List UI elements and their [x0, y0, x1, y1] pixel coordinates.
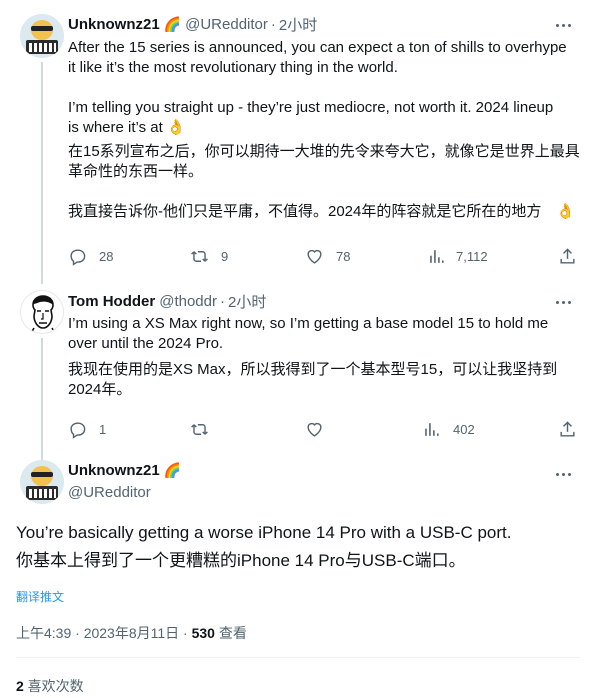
tweet-1[interactable]: Unknownz21 🌈 @URedditor · 2小时 After the … [0, 0, 596, 284]
display-name[interactable]: Tom Hodder [68, 293, 155, 310]
thread-line [41, 338, 43, 466]
views-button[interactable]: 7,112 [427, 247, 488, 266]
avatar[interactable] [20, 14, 64, 58]
like-button[interactable] [305, 420, 324, 439]
text-line: 2024年。 [68, 381, 132, 398]
reply-count: 1 [99, 422, 107, 437]
share-button[interactable] [558, 420, 577, 439]
display-name[interactable]: Unknownz21 [68, 462, 160, 479]
user-handle-row: @URedditor [68, 484, 151, 501]
timestamp[interactable]: 2小时 [228, 291, 266, 312]
text-line: 我直接告诉你-他们只是平庸，不值得。2024年的阵容就是它所在的地方 👌 [68, 203, 575, 220]
main-tweet: Unknownz21 🌈 @URedditor You’re basically… [0, 450, 596, 698]
tweet-meta: 上午4:39 · 2023年8月11日 · 530 查看 [16, 625, 247, 641]
reply-icon [70, 422, 86, 439]
tweet-2[interactable]: Tom Hodder @thoddr · 2小时 I’m using a XS … [0, 282, 596, 466]
text-line: over until the 2024 Pro. [68, 335, 224, 352]
avatar[interactable] [20, 460, 64, 504]
rainbow-emoji: 🌈 [163, 462, 182, 478]
action-bar: 28 9 78 7,112 [68, 247, 583, 269]
thread-line [41, 62, 43, 284]
share-icon [560, 248, 575, 264]
retweet-icon [191, 424, 208, 435]
timestamp[interactable]: 2小时 [279, 14, 317, 35]
share-icon [560, 421, 575, 437]
retweet-count: 9 [221, 249, 229, 264]
avatar[interactable] [20, 290, 64, 334]
tweet-header: Tom Hodder @thoddr · 2小时 [68, 291, 266, 312]
text-line: 我现在使用的是XS Max，所以我得到了一个基本型号15，可以让我坚持到 [68, 361, 558, 378]
views-icon [430, 250, 444, 263]
text-line: I’m using a XS Max right now, so I’m get… [68, 315, 549, 332]
text-line-en: You’re basically getting a worse iPhone … [16, 523, 512, 542]
tweet-header: Unknownz21 🌈 @URedditor · 2小时 [68, 14, 317, 35]
more-icon[interactable] [552, 294, 574, 310]
views-count: 7,112 [456, 249, 488, 264]
text-line: I’m telling you straight up - they’re ju… [68, 99, 554, 116]
ok-hand-emoji: 👌 [556, 203, 575, 220]
views-count: 402 [453, 422, 475, 437]
text-line-zh: 你基本上得到了一个更糟糕的iPhone 14 Pro与USB-C端口。 [16, 551, 466, 570]
tweet-header: Unknownz21 🌈 [68, 462, 181, 479]
like-count: 78 [336, 249, 351, 264]
translate-tweet-link[interactable]: 翻译推文 [16, 588, 64, 605]
more-icon[interactable] [552, 17, 574, 33]
text-line: After the 15 series is announced, you ca… [68, 39, 567, 56]
text-line: 在15系列宣布之后，你可以期待一大堆的先令来夸大它，就像它是世界上最具 [68, 143, 580, 160]
separator-dot: · [219, 293, 225, 310]
divider [16, 657, 580, 658]
retweet-icon [191, 251, 208, 262]
reply-button[interactable]: 28 [68, 247, 113, 266]
text-line: 革命性的东西一样。 [68, 163, 204, 180]
user-handle[interactable]: @URedditor [68, 484, 151, 501]
retweet-button[interactable] [190, 420, 209, 439]
reply-count: 28 [99, 249, 114, 264]
views-icon [425, 423, 439, 436]
like-icon [307, 249, 322, 264]
likes-total: 2 [16, 678, 24, 694]
tweet-text: I’m using a XS Max right now, so I’m get… [68, 314, 583, 400]
action-bar: 1 402 [68, 420, 583, 442]
user-handle[interactable]: @URedditor [185, 16, 268, 33]
user-handle[interactable]: @thoddr [159, 293, 217, 310]
text-line: it like it’s the most revolutionary thin… [68, 59, 398, 76]
rainbow-emoji: 🌈 [163, 16, 182, 32]
like-icon [307, 422, 322, 437]
display-name[interactable]: Unknownz21 [68, 16, 160, 33]
post-timestamp[interactable]: 上午4:39 · 2023年8月11日 [16, 625, 179, 641]
views-total: 530 [191, 625, 215, 641]
views-button[interactable]: 402 [422, 420, 475, 439]
main-tweet-text: You’re basically getting a worse iPhone … [16, 521, 586, 573]
share-button[interactable] [558, 247, 577, 266]
reply-icon [70, 249, 86, 266]
reply-button[interactable]: 1 [68, 420, 106, 439]
retweet-button[interactable]: 9 [190, 247, 228, 266]
more-icon[interactable] [552, 466, 574, 482]
like-button[interactable]: 78 [305, 247, 350, 266]
tweet-text: After the 15 series is announced, you ca… [68, 38, 583, 222]
separator-dot: · [270, 16, 276, 33]
text-line: is where it’s at 👌 [68, 119, 186, 136]
likes-summary[interactable]: 2 喜欢次数 [16, 676, 84, 696]
